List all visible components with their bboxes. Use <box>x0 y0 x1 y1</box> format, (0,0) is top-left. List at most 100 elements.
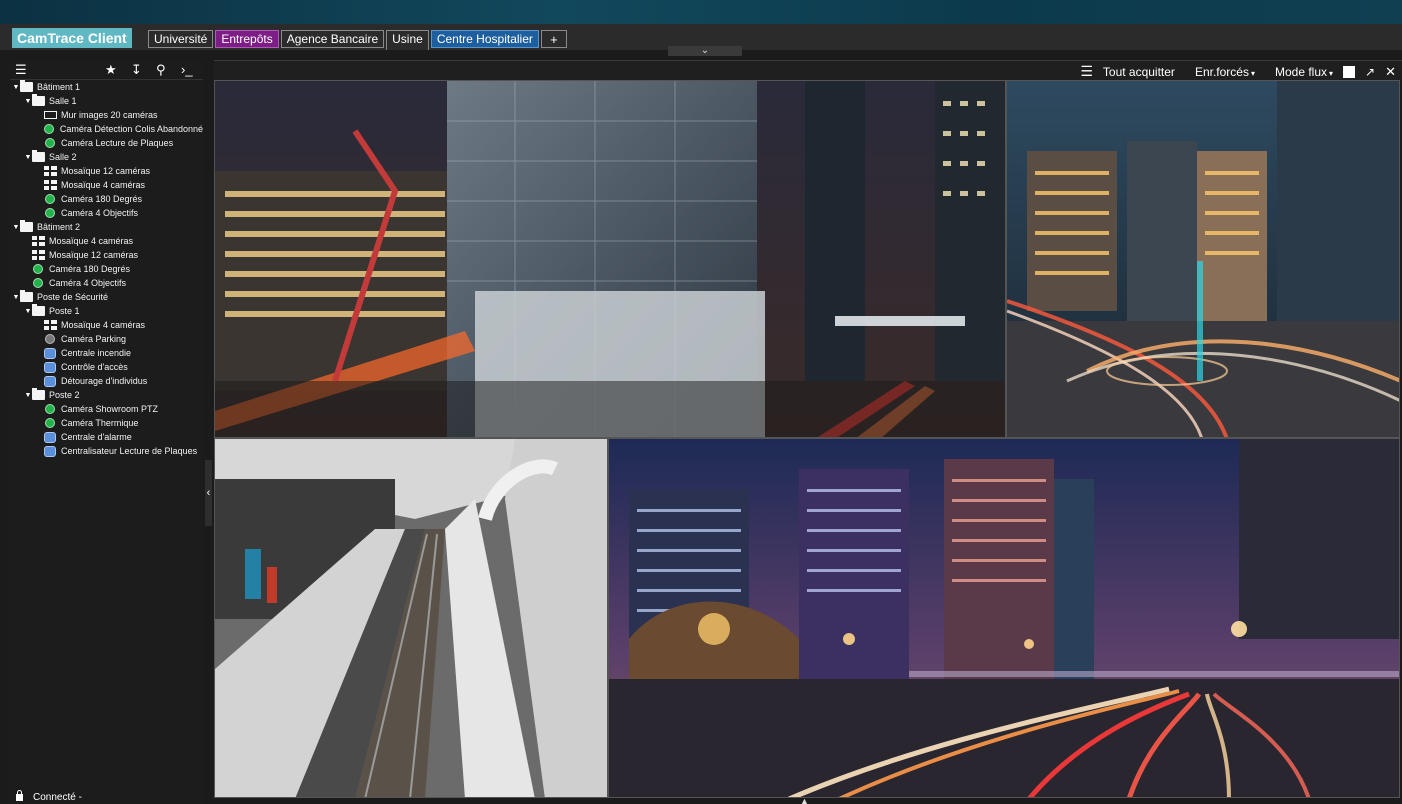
tree-item[interactable]: Centralisateur Lecture de Plaques <box>10 444 203 458</box>
fullscreen-icon[interactable]: ↗ <box>1365 65 1375 79</box>
tree-item-label: Mosaïque 4 caméras <box>61 180 146 190</box>
tree-item-label: Mosaïque 12 caméras <box>61 166 151 176</box>
tree-item-label: Bâtiment 2 <box>37 222 81 232</box>
close-icon[interactable]: ✕ <box>1385 64 1396 80</box>
tree-item[interactable]: ▼ Poste 1 <box>10 304 203 318</box>
tree-item[interactable]: Caméra 4 Objectifs <box>10 206 203 220</box>
acknowledge-all-button[interactable]: Tout acquitter <box>1103 65 1175 79</box>
view-toolbar: ☰ Tout acquitter Enr.forcés ▾ Mode flux ▾ … <box>214 60 1402 80</box>
caret-down-icon[interactable]: ▼ <box>12 224 20 231</box>
chevron-up-icon[interactable]: ▲ <box>800 796 809 804</box>
camera-view-2[interactable] <box>1006 80 1400 438</box>
tree-item[interactable]: Mosaïque 12 caméras <box>10 164 203 178</box>
tree-item[interactable]: Contrôle d'accès <box>10 360 203 374</box>
chevron-down-icon: ▾ <box>1329 68 1334 78</box>
search-icon[interactable]: ⚲ <box>156 62 166 78</box>
tree-item[interactable]: ▼ Poste 2 <box>10 388 203 402</box>
sidebar-splitter[interactable]: ‹ <box>203 60 214 804</box>
forced-recording-menu[interactable]: Enr.forcés ▾ <box>1185 65 1255 79</box>
folder-icon <box>20 80 33 92</box>
tree-item[interactable]: Caméra 180 Degrés <box>10 262 203 276</box>
stream-mode-menu[interactable]: Mode flux ▾ <box>1265 65 1333 79</box>
folder-icon <box>32 94 45 106</box>
brand-logo: CamTrace Client <box>12 28 132 48</box>
tree-item[interactable]: Centrale d'alarme <box>10 430 203 444</box>
tree-item[interactable]: Mosaïque 4 caméras <box>10 318 203 332</box>
tree-item[interactable]: Caméra Showroom PTZ <box>10 402 203 416</box>
tree-item[interactable]: Caméra Lecture de Plaques <box>10 136 203 150</box>
tree-item-label: Caméra 4 Objectifs <box>61 208 139 218</box>
caret-down-icon[interactable]: ▼ <box>12 294 20 301</box>
star-icon[interactable]: ★ <box>105 62 117 78</box>
tree-item[interactable]: Caméra 4 Objectifs <box>10 276 203 290</box>
tab-5[interactable]: + <box>540 30 567 48</box>
tree-item[interactable]: Caméra Thermique <box>10 416 203 430</box>
site-tabs: Université Entrepôts Agence Bancaire Usine C… <box>148 30 569 50</box>
tree-item[interactable]: Détourage d'individus <box>10 374 203 388</box>
export-icon[interactable] <box>1343 65 1363 78</box>
tree-item-label: Centrale d'alarme <box>61 432 132 442</box>
caret-down-icon[interactable]: ▼ <box>12 84 20 91</box>
alarm-icon <box>44 445 56 457</box>
tree-item[interactable]: ▼ Salle 1 <box>10 94 203 108</box>
tree-item[interactable]: Mur images 20 caméras <box>10 108 203 122</box>
camera-view-3[interactable] <box>214 438 608 798</box>
mosaic-icon <box>44 180 57 190</box>
video-wall-icon <box>44 111 57 119</box>
tree-item[interactable]: Mosaïque 4 caméras <box>10 178 203 192</box>
tab-0[interactable]: Université <box>148 30 214 48</box>
tree-item-label: Centralisateur Lecture de Plaques <box>61 446 198 456</box>
tree-item-label: Contrôle d'accès <box>61 362 128 372</box>
tree-item-label: Caméra 180 Degrés <box>61 194 143 204</box>
camera-grid <box>214 80 1400 798</box>
tree-item-label: Poste 1 <box>49 306 80 316</box>
folder-icon <box>32 150 45 162</box>
tree-item[interactable]: ▼ Bâtiment 2 <box>10 220 203 234</box>
camera-icon <box>33 278 43 288</box>
tree-item[interactable]: Mosaïque 12 caméras <box>10 248 203 262</box>
folder-icon <box>20 220 33 232</box>
terminal-icon[interactable]: ›_ <box>181 62 193 77</box>
tree-item[interactable]: ▼ Bâtiment 1 <box>10 80 203 94</box>
tree-item-label: Détourage d'individus <box>61 376 148 386</box>
folder-icon <box>20 290 33 302</box>
tree-item-label: Caméra Détection Colis Abandonné <box>59 124 203 134</box>
alarm-icon <box>44 361 56 373</box>
mosaic-icon <box>32 250 45 260</box>
tab-2[interactable]: Agence Bancaire <box>280 30 385 48</box>
tree-item-label: Caméra 180 Degrés <box>49 264 131 274</box>
alarm-icon <box>44 347 56 359</box>
tab-3[interactable]: Usine <box>386 30 429 50</box>
tree-item[interactable]: Caméra Parking <box>10 332 203 346</box>
caret-down-icon[interactable]: ▼ <box>24 392 32 399</box>
sort-icon[interactable]: ↧ <box>131 62 142 78</box>
tree-item-label: Salle 2 <box>49 152 77 162</box>
tree-item[interactable]: Caméra 180 Degrés <box>10 192 203 206</box>
collapse-sidebar-handle[interactable]: ‹ <box>205 460 212 526</box>
connection-status: Connecté - <box>16 789 82 804</box>
folder-icon <box>32 388 45 400</box>
tree-item[interactable]: Caméra Détection Colis Abandonné <box>10 122 203 136</box>
tree-item-label: Salle 1 <box>49 96 77 106</box>
list-icon[interactable]: ☰ <box>1080 63 1093 80</box>
caret-down-icon[interactable]: ▼ <box>24 154 32 161</box>
camera-view-1[interactable] <box>214 80 1006 438</box>
camera-icon <box>45 194 55 204</box>
tree-item-label: Caméra Parking <box>61 334 127 344</box>
caret-down-icon[interactable]: ▼ <box>24 308 32 315</box>
tree-item[interactable]: Centrale incendie <box>10 346 203 360</box>
camera-icon <box>33 264 43 274</box>
tab-4[interactable]: Centre Hospitalier <box>430 30 539 48</box>
mosaic-icon <box>32 236 45 246</box>
collapse-toolbar-button[interactable]: ⌄ <box>668 46 742 56</box>
camera-view-4[interactable] <box>608 438 1400 798</box>
tree-item-label: Poste 2 <box>49 390 80 400</box>
tree-item[interactable]: ▼ Poste de Sécurité <box>10 290 203 304</box>
caret-down-icon[interactable]: ▼ <box>24 98 32 105</box>
tree-item[interactable]: Mosaïque 4 caméras <box>10 234 203 248</box>
menu-icon[interactable]: ☰ <box>15 62 27 78</box>
tab-1[interactable]: Entrepôts <box>215 30 279 48</box>
title-strip <box>0 0 1402 24</box>
camera-icon <box>45 138 55 148</box>
tree-item[interactable]: ▼ Salle 2 <box>10 150 203 164</box>
